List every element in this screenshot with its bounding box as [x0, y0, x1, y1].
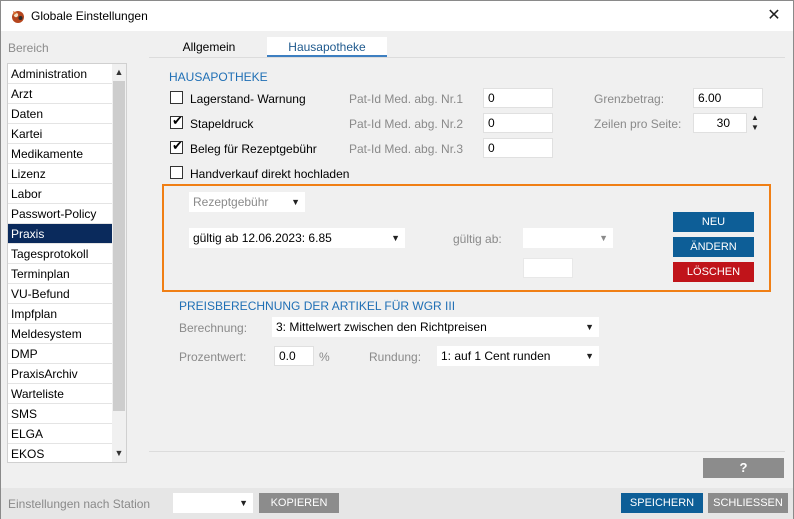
sidebar-item-daten[interactable]: Daten — [8, 104, 112, 124]
pat-id-1-label: Pat-Id Med. abg. Nr.1 — [349, 92, 464, 106]
title-bar: Globale Einstellungen ✕ — [1, 1, 793, 31]
sidebar-item-medikamente[interactable]: Medikamente — [8, 144, 112, 164]
zeilen-pro-seite-label: Zeilen pro Seite: — [594, 117, 682, 131]
neu-button[interactable]: NEU — [673, 212, 754, 232]
settings-window: Globale Einstellungen ✕ Bereich Administ… — [0, 0, 794, 519]
check-icon: ✔ — [172, 113, 183, 128]
sidebar-item-terminplan[interactable]: Terminplan — [8, 264, 112, 284]
rundung-select[interactable]: 1: auf 1 Cent runden ▼ — [437, 346, 599, 366]
dropdown-arrow-icon: ▼ — [599, 233, 608, 243]
beleg-rezeptgebuehr-checkbox[interactable]: ✔ — [170, 138, 183, 154]
sidebar-item-administration[interactable]: Administration — [8, 64, 112, 84]
zeilen-pro-seite-input[interactable]: 30 — [693, 113, 747, 133]
sidebar-item-praxisarchiv[interactable]: PraxisArchiv — [8, 364, 112, 384]
berechnung-label: Berechnung: — [179, 321, 248, 335]
dropdown-arrow-icon: ▼ — [391, 233, 400, 243]
dropdown-arrow-icon: ▼ — [585, 322, 594, 332]
beleg-rezeptgebuehr-label: Beleg für Rezeptgebühr — [190, 142, 317, 156]
sidebar-item-lizenz[interactable]: Lizenz — [8, 164, 112, 184]
schliessen-button[interactable]: SCHLIESSEN — [708, 493, 788, 513]
help-button[interactable]: ? — [703, 458, 784, 478]
chevron-up-icon[interactable]: ▲ — [112, 65, 126, 80]
sidebar-item-praxis[interactable]: Praxis — [8, 224, 112, 244]
handverkauf-checkbox[interactable] — [170, 166, 183, 179]
gueltig-ab-select[interactable]: gültig ab 12.06.2023: 6.85 ▼ — [189, 228, 405, 248]
handverkauf-label: Handverkauf direkt hochladen — [190, 167, 350, 181]
dropdown-arrow-icon: ▼ — [585, 351, 594, 361]
speichern-button[interactable]: SPEICHERN — [621, 493, 703, 513]
lagerstand-warnung-label: Lagerstand- Warnung — [190, 92, 306, 106]
grenzbetrag-input[interactable]: 6.00 — [693, 88, 763, 108]
aendern-button[interactable]: ÄNDERN — [673, 237, 754, 257]
pat-id-2-label: Pat-Id Med. abg. Nr.2 — [349, 117, 464, 131]
sidebar-item-impfplan[interactable]: Impfplan — [8, 304, 112, 324]
sidebar-item-ekos[interactable]: EKOS — [8, 444, 112, 462]
sidebar-list[interactable]: Administration Arzt Daten Kartei Medikam… — [7, 63, 127, 463]
prozentwert-input[interactable]: 0.0 — [274, 346, 314, 366]
dropdown-arrow-icon: ▼ — [291, 197, 300, 207]
sidebar-scrollbar[interactable]: ▲ ▼ — [112, 64, 126, 462]
rundung-select-value: 1: auf 1 Cent runden — [441, 349, 551, 363]
pat-id-3-label: Pat-Id Med. abg. Nr.3 — [349, 142, 464, 156]
app-logo-icon — [12, 11, 24, 23]
gueltig-ab-date-input[interactable]: ▼ — [523, 228, 613, 248]
lagerstand-warnung-checkbox[interactable] — [170, 91, 183, 104]
stapeldruck-checkbox[interactable]: ✔ — [170, 113, 183, 129]
rezeptgebuehr-amount-input[interactable] — [523, 258, 573, 278]
loeschen-button[interactable]: LÖSCHEN — [673, 262, 754, 282]
station-select[interactable]: ▼ — [173, 493, 253, 513]
tab-divider — [149, 57, 785, 58]
tab-allgemein[interactable]: Allgemein — [151, 37, 267, 57]
percent-sign: % — [319, 350, 330, 364]
sidebar-item-warteliste[interactable]: Warteliste — [8, 384, 112, 404]
sidebar-item-passwort-policy[interactable]: Passwort-Policy — [8, 204, 112, 224]
sidebar-item-sms[interactable]: SMS — [8, 404, 112, 424]
preisberechnung-section-title: PREISBERECHNUNG DER ARTIKEL FÜR WGR III — [179, 299, 456, 313]
kopieren-button[interactable]: KOPIEREN — [259, 493, 339, 513]
spinner-up-icon[interactable]: ▲ — [750, 113, 760, 122]
tab-hausapotheke[interactable]: Hausapotheke — [267, 37, 387, 57]
scroll-thumb[interactable] — [113, 81, 125, 411]
sidebar-item-dmp[interactable]: DMP — [8, 344, 112, 364]
sidebar-item-arzt[interactable]: Arzt — [8, 84, 112, 104]
sidebar-item-vu-befund[interactable]: VU-Befund — [8, 284, 112, 304]
pat-id-2-input[interactable]: 0 — [483, 113, 553, 133]
panel-divider — [149, 451, 785, 452]
berechnung-select[interactable]: 3: Mittelwert zwischen den Richtpreisen … — [272, 317, 599, 337]
gueltig-ab-select-value: gültig ab 12.06.2023: 6.85 — [193, 231, 332, 245]
gueltig-ab-label: gültig ab: — [453, 232, 502, 246]
check-icon: ✔ — [172, 138, 183, 153]
pat-id-1-input[interactable]: 0 — [483, 88, 553, 108]
window-title: Globale Einstellungen — [31, 9, 148, 23]
sidebar-item-kartei[interactable]: Kartei — [8, 124, 112, 144]
close-icon[interactable]: ✕ — [761, 3, 787, 29]
chevron-down-icon[interactable]: ▼ — [112, 446, 126, 461]
grenzbetrag-label: Grenzbetrag: — [594, 92, 665, 106]
rezeptgebuehr-type-select[interactable]: Rezeptgebühr ▼ — [189, 192, 305, 212]
spinner-down-icon[interactable]: ▼ — [750, 123, 760, 132]
rundung-label: Rundung: — [369, 350, 422, 364]
prozentwert-label: Prozentwert: — [179, 350, 247, 364]
sidebar-item-elga[interactable]: ELGA — [8, 424, 112, 444]
dropdown-arrow-icon: ▼ — [239, 498, 248, 508]
berechnung-select-value: 3: Mittelwert zwischen den Richtpreisen — [276, 320, 487, 334]
sidebar-label: Bereich — [8, 41, 49, 55]
stapeldruck-label: Stapeldruck — [190, 117, 254, 131]
station-label: Einstellungen nach Station — [8, 497, 151, 511]
rezeptgebuehr-type-value: Rezeptgebühr — [193, 195, 269, 209]
sidebar-item-meldesystem[interactable]: Meldesystem — [8, 324, 112, 344]
sidebar-item-tagesprotokoll[interactable]: Tagesprotokoll — [8, 244, 112, 264]
pat-id-3-input[interactable]: 0 — [483, 138, 553, 158]
hausapotheke-section-title: HAUSAPOTHEKE — [169, 70, 268, 84]
sidebar-item-labor[interactable]: Labor — [8, 184, 112, 204]
